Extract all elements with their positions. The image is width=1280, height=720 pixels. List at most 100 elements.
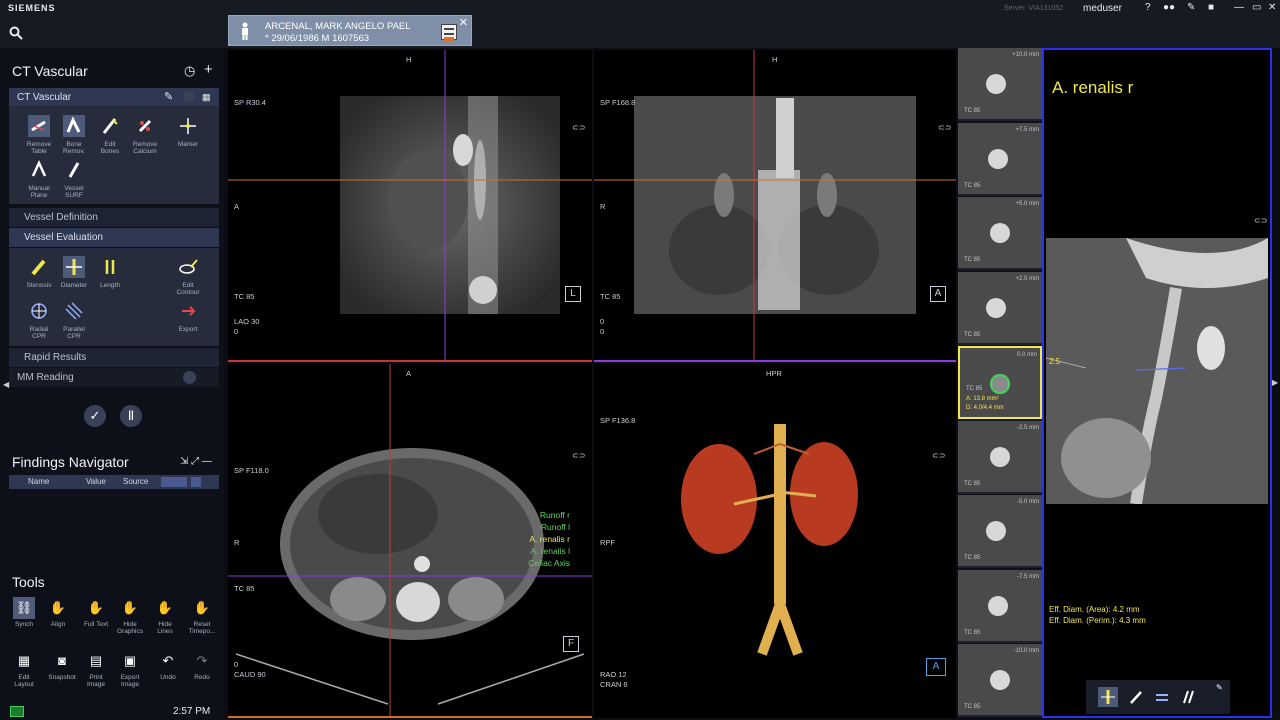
align-button[interactable]: ✋ Align xyxy=(38,597,78,628)
cross-section-thumb[interactable]: -7.5 mm TC 85 xyxy=(958,569,1042,643)
remove-table-button[interactable]: Remove Table xyxy=(19,115,59,155)
grid-icon[interactable]: ▦ xyxy=(202,92,211,103)
pin-icon[interactable]: ✎ xyxy=(1216,683,1223,692)
vessel-label[interactable]: A. renalis r xyxy=(522,533,570,545)
thumb-tc: TC 85 xyxy=(964,257,981,263)
export-image-button[interactable]: ▣ Export Image xyxy=(110,650,150,688)
synch-icon: ⛓ xyxy=(13,597,35,619)
restore-icon[interactable]: ▭ xyxy=(1252,2,1261,13)
link-icon[interactable]: ⊂⊃ xyxy=(938,123,951,132)
thumb-area: A: 13.8 mm² xyxy=(966,396,999,402)
remove-calcium-button[interactable]: Remove Calcium xyxy=(125,115,165,155)
viewport-coronal[interactable]: H SP F168.8 R TC 85 0 0 A ⊂⊃ xyxy=(594,50,956,362)
findings-toolbar-icon[interactable]: ⇲ ⤢ — xyxy=(180,456,212,467)
cross-section-thumb[interactable]: -10.0 mm TC 85 xyxy=(958,644,1042,717)
bone-remove-button[interactable]: Bone Remov. xyxy=(54,115,94,155)
view-toggle-icon[interactable] xyxy=(161,477,187,487)
stenosis-button[interactable]: Stenosis xyxy=(19,256,59,289)
viewport-axial[interactable]: A SP F118.0 R TC 85 0 CAUD 90 F ⊂⊃ Runof… xyxy=(228,364,592,718)
reset-timepoint-button[interactable]: ✋ Reset Timepo... xyxy=(182,597,222,635)
patient-tab[interactable]: ARCENAL, MARK ANGELO PAEL * 29/06/1986 M… xyxy=(228,15,472,46)
cross-section-thumb[interactable]: -5.0 mm TC 85 xyxy=(958,495,1042,568)
tools-title: Tools xyxy=(12,574,45,590)
viewport-3d[interactable]: HPR SP F136.8 RPF RAO 12 CRAN 6 A ⊂⊃ xyxy=(594,364,956,718)
cross-section-thumb[interactable]: +2.5 mm TC 85 xyxy=(958,271,1042,345)
remove-table-icon xyxy=(28,115,50,137)
diameter-tool-icon[interactable] xyxy=(1098,687,1118,707)
settings-wrench-icon[interactable]: ✎ xyxy=(164,90,173,103)
edit-layout-icon: ▦ xyxy=(17,653,31,668)
manual-plane-button[interactable]: Manual Plane xyxy=(19,159,59,199)
pin-icon[interactable] xyxy=(191,477,201,487)
reset-timepoint-icon: ✋ xyxy=(193,600,211,615)
vessel-evaluation-section[interactable]: Vessel Evaluation xyxy=(9,228,219,247)
viewport-sagittal[interactable]: H SP R30.4 A TC 85 LAO 30 0 L ⊂⊃ xyxy=(228,50,592,362)
vessel-surf-button[interactable]: Vessel SURF xyxy=(54,159,94,199)
edit-layout-button[interactable]: ▦ Edit Layout xyxy=(4,650,44,688)
tool-label: Export Image xyxy=(120,674,140,688)
window-close-icon[interactable]: ✕ xyxy=(1268,2,1276,13)
vessel-label[interactable]: Celiac Axis xyxy=(522,557,570,569)
vessel-definition-section[interactable]: Vessel Definition xyxy=(9,208,219,227)
close-icon[interactable]: ✕ xyxy=(459,16,468,29)
vessel-label[interactable]: Runoff r xyxy=(522,509,570,521)
add-icon[interactable]: + xyxy=(204,61,213,78)
swap-icon[interactable] xyxy=(1152,687,1172,707)
eyedropper-icon[interactable] xyxy=(1126,687,1146,707)
collapse-right-icon[interactable]: ▶ xyxy=(1272,378,1278,387)
tool-label: Manual Plane xyxy=(28,185,50,199)
tool-label: Marker xyxy=(177,141,199,148)
confirm-icon[interactable]: ✓ xyxy=(84,405,106,427)
length-icon xyxy=(105,260,115,274)
link-icon[interactable]: ⊂⊃ xyxy=(572,123,585,132)
print-icon: ▤ xyxy=(89,653,103,668)
hide-graphics-button[interactable]: ✋ Hide Graphics xyxy=(110,597,150,635)
cross-section-measure-icon xyxy=(990,374,1010,394)
orientation-cube-icon[interactable]: A xyxy=(926,658,946,676)
patient-info: * 29/06/1986 M 1607563 xyxy=(265,33,370,44)
subpanel-title: CT Vascular xyxy=(17,92,72,103)
cross-section-thumb[interactable]: +7.5 mm TC 85 xyxy=(958,122,1042,196)
minimize-icon[interactable]: — xyxy=(1234,2,1244,13)
tool-label: Edit Bones xyxy=(100,141,120,155)
marker-button[interactable]: Marker xyxy=(168,115,208,148)
edit-bones-button[interactable]: Edit Bones xyxy=(90,115,130,155)
export-button[interactable]: Export xyxy=(168,300,208,333)
tool-label: Align xyxy=(50,621,66,628)
pause-icon[interactable]: || xyxy=(120,405,142,427)
cross-section-thumb[interactable]: +10.0 mm TC 85 xyxy=(958,48,1042,121)
link-icon[interactable]: ⊂⊃ xyxy=(1254,216,1267,225)
diameter-icon xyxy=(63,256,85,278)
hide-lines-button[interactable]: ✋ Hide Lines xyxy=(145,597,185,635)
clock-add-icon[interactable]: ◷ xyxy=(184,63,195,79)
full-text-icon: ✋ xyxy=(87,600,105,615)
column-value: Value xyxy=(86,477,106,486)
tool-label: Stenosis xyxy=(26,282,52,289)
help-icon[interactable]: ? xyxy=(1145,2,1151,13)
link-icon[interactable]: ⊂⊃ xyxy=(932,451,945,460)
thumb-offset: -7.5 mm xyxy=(1016,573,1039,580)
search-icon[interactable] xyxy=(9,26,23,40)
vessel-label[interactable]: Runoff l xyxy=(522,521,570,533)
rapid-results-section[interactable]: Rapid Results xyxy=(9,348,219,367)
radial-cpr-button[interactable]: Radial CPR xyxy=(19,300,59,340)
angle-value: CRAN 6 xyxy=(600,680,628,689)
users-icon[interactable]: ●● xyxy=(1163,2,1175,13)
wrench-icon[interactable]: ✎ xyxy=(1187,2,1195,13)
vessel-label[interactable]: A. renalis l xyxy=(522,545,570,557)
server-label: Server: VIA131052 xyxy=(1004,5,1064,12)
cross-section-thumb[interactable]: +5.0 mm TC 85 xyxy=(958,197,1042,270)
parallel-cpr-button[interactable]: Parallel CPR xyxy=(54,300,94,340)
redo-button[interactable]: ↷ Redo xyxy=(182,650,222,681)
link-icon[interactable]: ⊂⊃ xyxy=(572,451,585,460)
edit-contour-button[interactable]: Edit Contour xyxy=(168,256,208,296)
curved-view[interactable]: A. renalis r 2.5 Eff. Diam. (Area): 4.2 … xyxy=(1042,48,1272,718)
collapse-left-icon[interactable]: ◀ xyxy=(3,380,9,389)
report-icon[interactable] xyxy=(441,24,457,41)
diameter-button[interactable]: Diameter xyxy=(54,256,94,289)
length-button[interactable]: Length xyxy=(90,256,130,289)
cross-section-thumb[interactable]: -2.5 mm TC 85 xyxy=(958,420,1042,494)
cross-section-thumb[interactable]: 0.0 mm TC 85 A: 13.8 mm² D: 4.0/4.4 mm xyxy=(958,346,1042,419)
parallel-lines-icon[interactable] xyxy=(1178,687,1198,707)
briefcase-icon[interactable]: ■ xyxy=(1208,2,1214,13)
